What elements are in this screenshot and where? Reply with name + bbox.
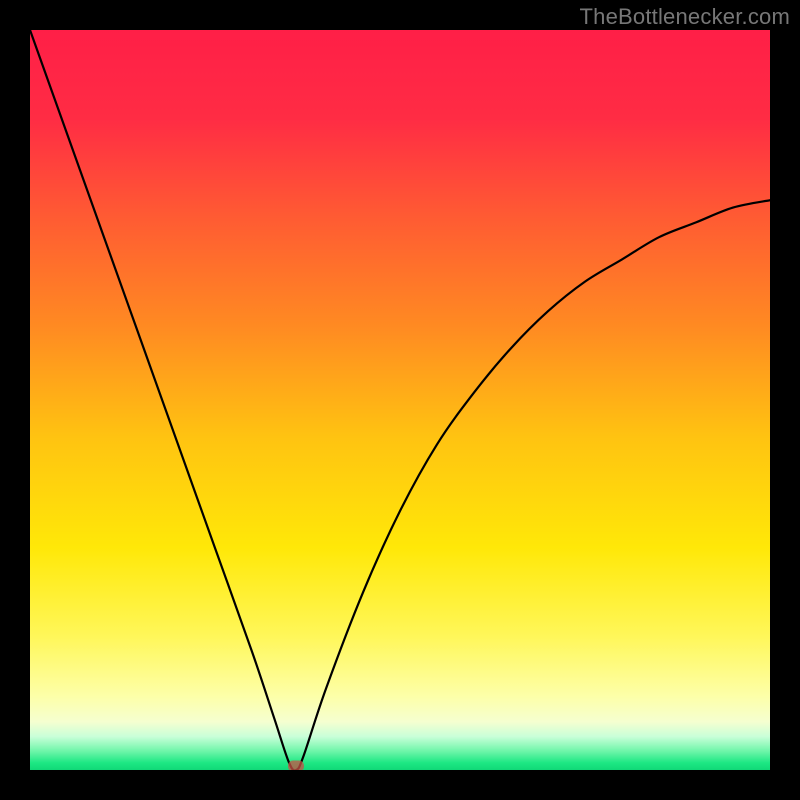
chart-frame: TheBottlenecker.com [0,0,800,800]
optimal-marker-icon [288,761,304,770]
bottleneck-curve [30,30,770,770]
watermark-text: TheBottlenecker.com [580,4,790,30]
plot-area [30,30,770,770]
